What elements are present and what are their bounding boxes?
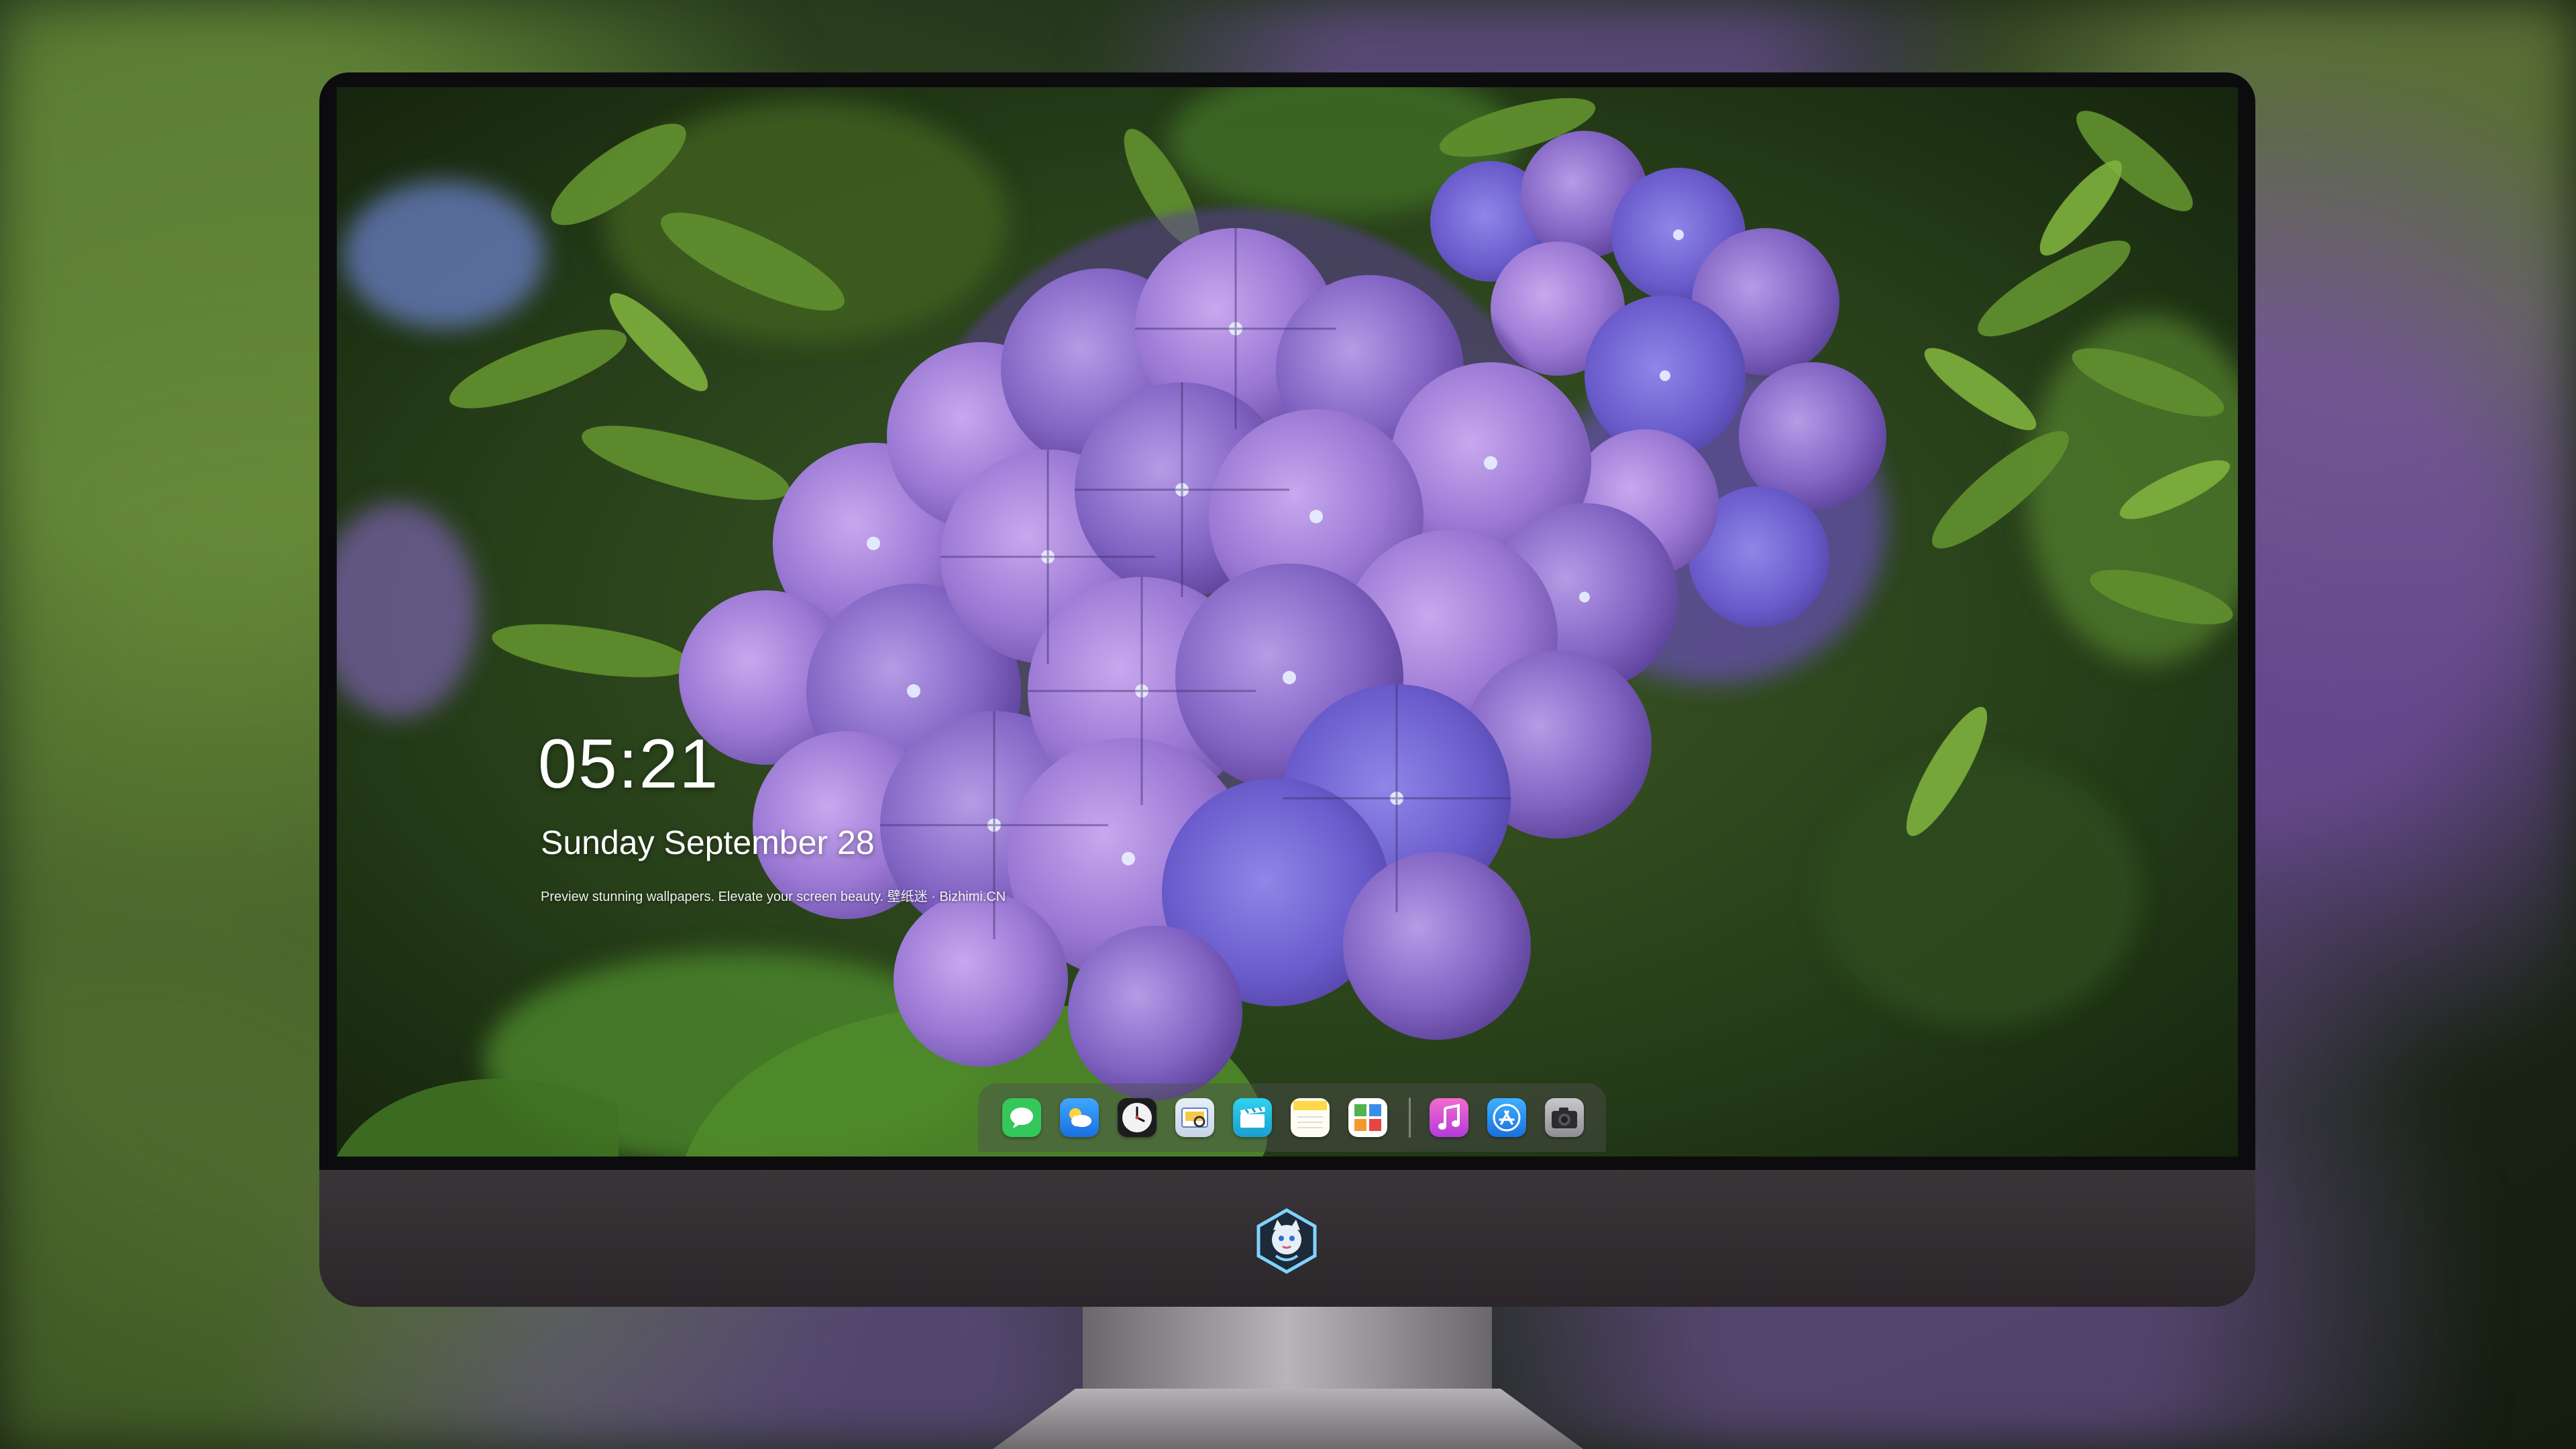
character-badge-icon (1256, 1208, 1317, 1274)
lock-screen[interactable]: 05:21 Sunday September 28 Preview stunni… (337, 87, 2238, 1157)
notes-icon[interactable] (1291, 1098, 1330, 1137)
wallpaper-caption: Preview stunning wallpapers. Elevate you… (541, 890, 1006, 904)
monitor-stand-base (993, 1389, 1583, 1449)
clips-icon[interactable] (1233, 1098, 1272, 1137)
itunes-icon[interactable] (1430, 1098, 1468, 1137)
dock (978, 1083, 1606, 1152)
monitor-stand-neck (1083, 1307, 1492, 1401)
desktop-scene: 05:21 Sunday September 28 Preview stunni… (0, 0, 2576, 1449)
preview-icon[interactable] (1175, 1098, 1214, 1137)
lock-clock: 05:21 (538, 725, 720, 803)
monitor: 05:21 Sunday September 28 Preview stunni… (319, 72, 2255, 1307)
weather-icon[interactable] (1060, 1098, 1099, 1137)
monitor-chin (319, 1170, 2255, 1307)
monitor-bezel: 05:21 Sunday September 28 Preview stunni… (319, 72, 2255, 1170)
hydrangea-wallpaper (337, 87, 2238, 1157)
messages-icon[interactable] (1002, 1098, 1041, 1137)
photo-booth-icon[interactable] (1348, 1098, 1387, 1137)
lock-date: Sunday September 28 (541, 824, 875, 861)
app-store-icon[interactable] (1487, 1098, 1526, 1137)
dock-separator (1409, 1097, 1411, 1138)
camera-icon[interactable] (1545, 1098, 1584, 1137)
clock-icon[interactable] (1118, 1098, 1157, 1137)
